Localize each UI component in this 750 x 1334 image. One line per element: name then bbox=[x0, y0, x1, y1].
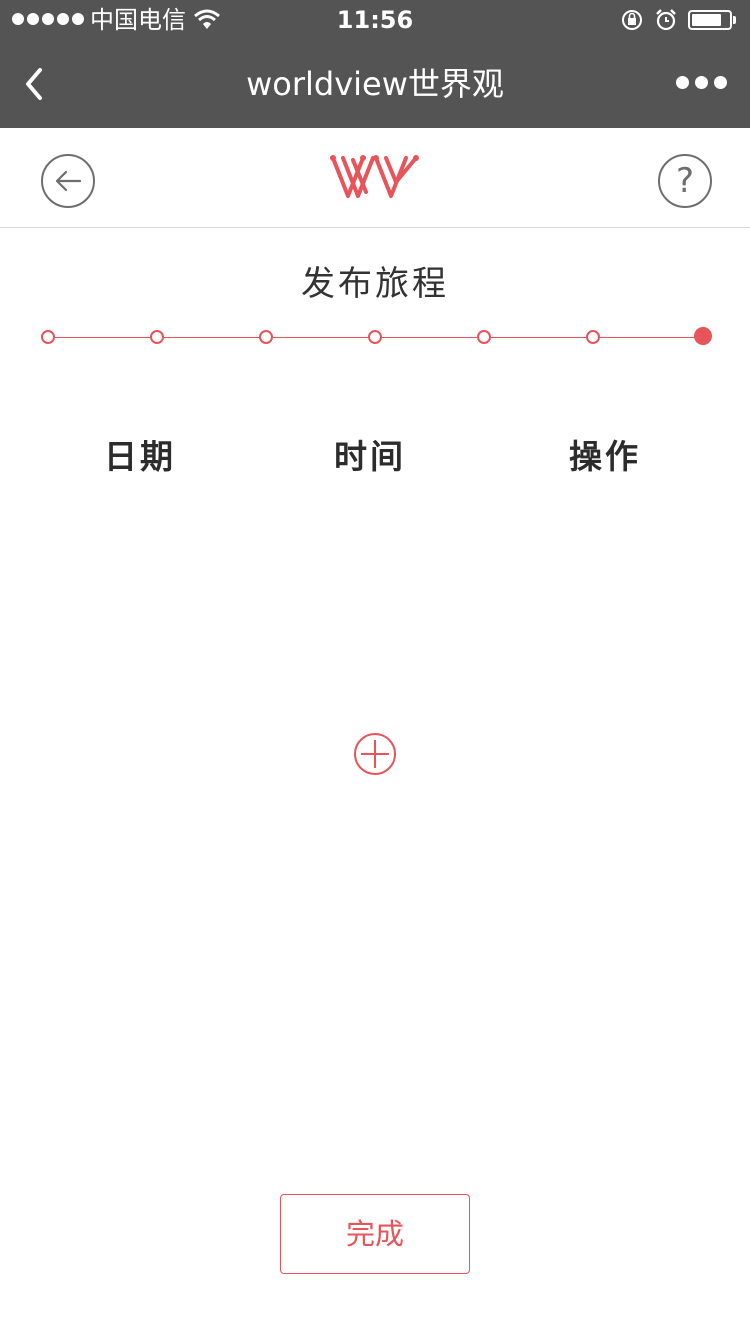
question-mark-icon: ? bbox=[675, 161, 695, 201]
table-header: 日期 时间 操作 bbox=[0, 432, 750, 482]
step-5 bbox=[477, 330, 491, 344]
step-4 bbox=[368, 330, 382, 344]
step-6 bbox=[586, 330, 600, 344]
step-2 bbox=[150, 330, 164, 344]
chevron-left-icon[interactable] bbox=[22, 64, 62, 104]
more-dots-icon[interactable] bbox=[676, 76, 727, 89]
arrow-left-circle-icon bbox=[55, 170, 82, 192]
app-header: ? bbox=[0, 128, 750, 228]
column-time: 时间 bbox=[334, 437, 406, 476]
battery-icon bbox=[688, 10, 732, 30]
step-1 bbox=[41, 330, 55, 344]
plus-circle-icon[interactable] bbox=[353, 732, 397, 776]
page-title: 发布旅程 bbox=[301, 264, 449, 304]
worldview-logo-icon bbox=[330, 155, 419, 198]
done-button[interactable]: 完成 bbox=[280, 1194, 470, 1274]
step-7-current bbox=[694, 327, 712, 345]
step-3 bbox=[259, 330, 273, 344]
column-action: 操作 bbox=[569, 437, 641, 476]
navigation-bar: worldview世界观 bbox=[0, 40, 750, 128]
nav-title: worldview世界观 bbox=[246, 65, 504, 103]
column-date: 日期 bbox=[104, 437, 176, 476]
help-button[interactable]: ? bbox=[658, 154, 712, 208]
alarm-icon bbox=[656, 9, 676, 31]
status-bar: 中国电信 11:56 bbox=[0, 0, 750, 40]
back-button[interactable] bbox=[41, 154, 95, 208]
battery-cap bbox=[733, 16, 736, 24]
rotation-lock-icon bbox=[622, 10, 642, 30]
